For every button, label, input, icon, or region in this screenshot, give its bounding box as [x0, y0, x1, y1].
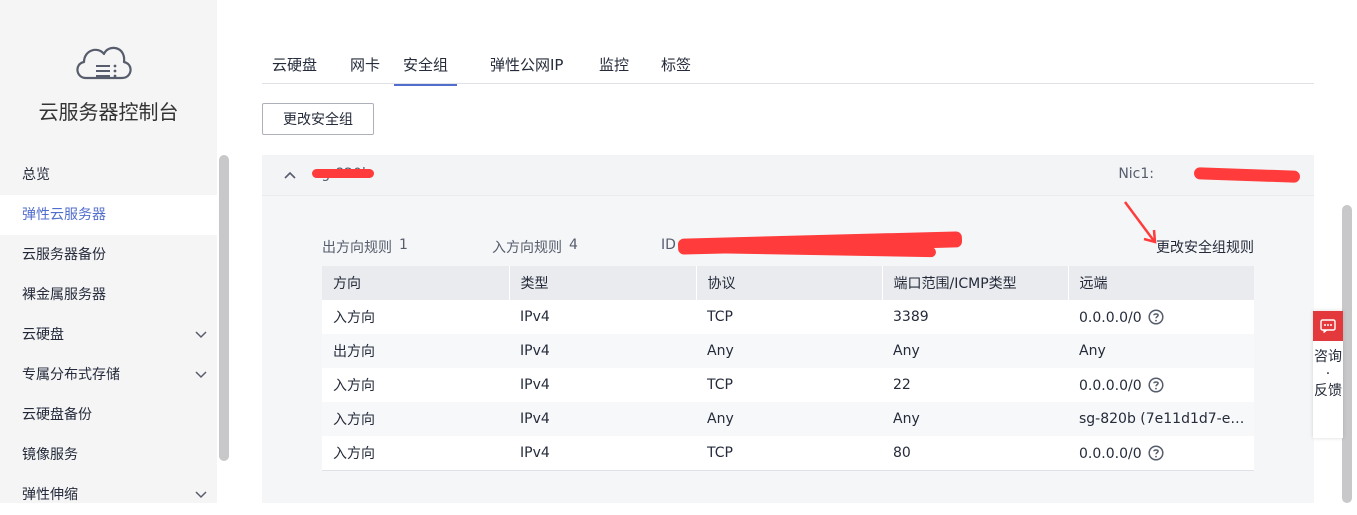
cell-remote: sg-820b (7e11d1d7-e9c2...: [1068, 402, 1254, 436]
cell-direction: 入方向: [322, 436, 509, 471]
tab-eip[interactable]: 弹性公网IP: [490, 54, 563, 84]
sidebar-item-label: 弹性伸缩: [22, 487, 78, 503]
sidebar-item-label: 镜像服务: [22, 447, 78, 463]
table-row: 入方向 IPv4 Any Any sg-820b (7e11d1d7-e9c2.…: [322, 402, 1254, 436]
cell-protocol: TCP: [696, 436, 882, 471]
cell-port-range: Any: [882, 334, 1068, 368]
sidebar-item-ims[interactable]: 镜像服务: [0, 435, 217, 475]
table-row: 入方向 IPv4 TCP 3389 0.0.0.0/0: [322, 300, 1254, 334]
change-security-group-button[interactable]: 更改安全组: [262, 103, 374, 135]
sidebar-item-label: 云硬盘: [22, 327, 64, 343]
tab-security-group[interactable]: 安全组: [394, 54, 458, 86]
sidebar-item-label: 专属分布式存储: [22, 367, 120, 383]
sidebar-item-dss[interactable]: 专属分布式存储: [0, 355, 217, 395]
sidebar-item-bare-metal[interactable]: 裸金属服务器: [0, 275, 217, 315]
consult-feedback-label: 咨询 · 反馈: [1314, 349, 1342, 399]
cell-direction: 出方向: [322, 334, 509, 368]
sidebar-scrollbar[interactable]: [219, 155, 229, 461]
sidebar-item-evs-backup[interactable]: 云硬盘备份: [0, 395, 217, 435]
cell-type: IPv4: [509, 334, 696, 368]
sidebar-nav: 总览 弹性云服务器 云服务器备份 裸金属服务器 云硬盘 专属分布式存储 云硬盘备…: [0, 155, 217, 515]
cell-protocol: Any: [696, 402, 882, 436]
cell-port-range: 80: [882, 436, 1068, 471]
table-header-row: 方向 类型 协议 端口范围/ICMP类型 远端: [322, 266, 1254, 300]
nic-label: Nic1:: [1118, 166, 1154, 182]
tab-tags[interactable]: 标签: [661, 54, 691, 84]
redaction-mark: [312, 169, 374, 178]
chevron-up-icon[interactable]: [282, 167, 298, 183]
cell-port-range: 22: [882, 368, 1068, 402]
column-header-remote: 远端: [1067, 266, 1254, 300]
redaction-mark: [1193, 167, 1301, 183]
cell-direction: 入方向: [322, 300, 509, 334]
sidebar-item-autoscaling[interactable]: 弹性伸缩: [0, 475, 217, 515]
chat-icon[interactable]: [1313, 311, 1343, 341]
security-group-rules-table: 方向 类型 协议 端口范围/ICMP类型 远端 入方向 IPv4 TCP 338…: [322, 266, 1254, 471]
inbound-rules-count: 4: [569, 237, 578, 253]
outbound-rules-label: 出方向规则: [322, 240, 392, 256]
cell-remote: Any: [1068, 334, 1254, 368]
sidebar-item-label: 弹性云服务器: [22, 207, 106, 223]
chevron-down-icon[interactable]: [195, 315, 207, 355]
sidebar-item-label: 裸金属服务器: [22, 287, 106, 303]
consult-feedback-widget[interactable]: 咨询 · 反馈: [1313, 311, 1343, 438]
sidebar: 云服务器控制台 总览 弹性云服务器 云服务器备份 裸金属服务器 云硬盘 专属分布…: [0, 0, 217, 503]
chevron-down-icon[interactable]: [195, 475, 207, 515]
sidebar-item-server-backup[interactable]: 云服务器备份: [0, 235, 217, 275]
column-header-direction: 方向: [322, 266, 509, 300]
question-circle-icon[interactable]: [1148, 376, 1164, 393]
detail-tabs: 云硬盘 网卡 安全组 弹性公网IP 监控 标签: [262, 42, 1314, 86]
tab-monitoring[interactable]: 监控: [599, 54, 629, 84]
change-security-group-rules-link[interactable]: 更改安全组规则: [1156, 237, 1254, 257]
cell-type: IPv4: [509, 402, 696, 436]
sidebar-item-evs[interactable]: 云硬盘: [0, 315, 217, 355]
outbound-rules-count: 1: [399, 237, 408, 253]
cell-remote: 0.0.0.0/0: [1068, 368, 1254, 402]
sidebar-item-label: 云硬盘备份: [22, 407, 92, 423]
remote-value: 0.0.0.0/0: [1079, 309, 1142, 326]
cell-protocol: TCP: [696, 300, 882, 334]
column-header-port-range: 端口范围/ICMP类型: [881, 266, 1068, 300]
annotation-arrow-icon: [1123, 201, 1157, 244]
sg-id-label: ID: [661, 237, 676, 253]
cell-remote: 0.0.0.0/0: [1068, 436, 1254, 471]
remote-value: 0.0.0.0/0: [1079, 377, 1142, 394]
cell-protocol: Any: [696, 334, 882, 368]
cloud-server-icon: [76, 46, 132, 80]
security-group-panel: sg-820b Nic1: 出方向规则 1 入方向规则 4 ID 更改安全组规则…: [262, 155, 1314, 503]
sidebar-item-overview[interactable]: 总览: [0, 155, 217, 195]
panel-header[interactable]: sg-820b Nic1:: [262, 155, 1314, 196]
cell-type: IPv4: [509, 300, 696, 334]
question-circle-icon[interactable]: [1148, 444, 1164, 461]
column-header-protocol: 协议: [695, 266, 882, 300]
cell-protocol: TCP: [696, 368, 882, 402]
column-header-type: 类型: [508, 266, 696, 300]
chevron-down-icon[interactable]: [195, 355, 207, 395]
main-scrollbar[interactable]: [1342, 205, 1352, 503]
cell-type: IPv4: [509, 436, 696, 471]
cell-port-range: Any: [882, 402, 1068, 436]
cell-type: IPv4: [509, 368, 696, 402]
question-circle-icon[interactable]: [1148, 308, 1164, 325]
sidebar-item-label: 云服务器备份: [22, 247, 106, 263]
sidebar-item-ecs[interactable]: 弹性云服务器: [0, 195, 217, 235]
sidebar-item-label: 总览: [22, 167, 50, 183]
cell-port-range: 3389: [882, 300, 1068, 334]
cell-direction: 入方向: [322, 368, 509, 402]
table-row: 出方向 IPv4 Any Any Any: [322, 334, 1254, 368]
table-row: 入方向 IPv4 TCP 80 0.0.0.0/0: [322, 436, 1254, 471]
remote-value: 0.0.0.0/0: [1079, 445, 1142, 462]
console-title: 云服务器控制台: [38, 100, 179, 124]
inbound-rules-label: 入方向规则: [492, 240, 562, 256]
tab-nic[interactable]: 网卡: [350, 54, 380, 84]
cell-direction: 入方向: [322, 402, 509, 436]
tab-evs[interactable]: 云硬盘: [272, 54, 317, 84]
table-row: 入方向 IPv4 TCP 22 0.0.0.0/0: [322, 368, 1254, 402]
cell-remote: 0.0.0.0/0: [1068, 300, 1254, 334]
